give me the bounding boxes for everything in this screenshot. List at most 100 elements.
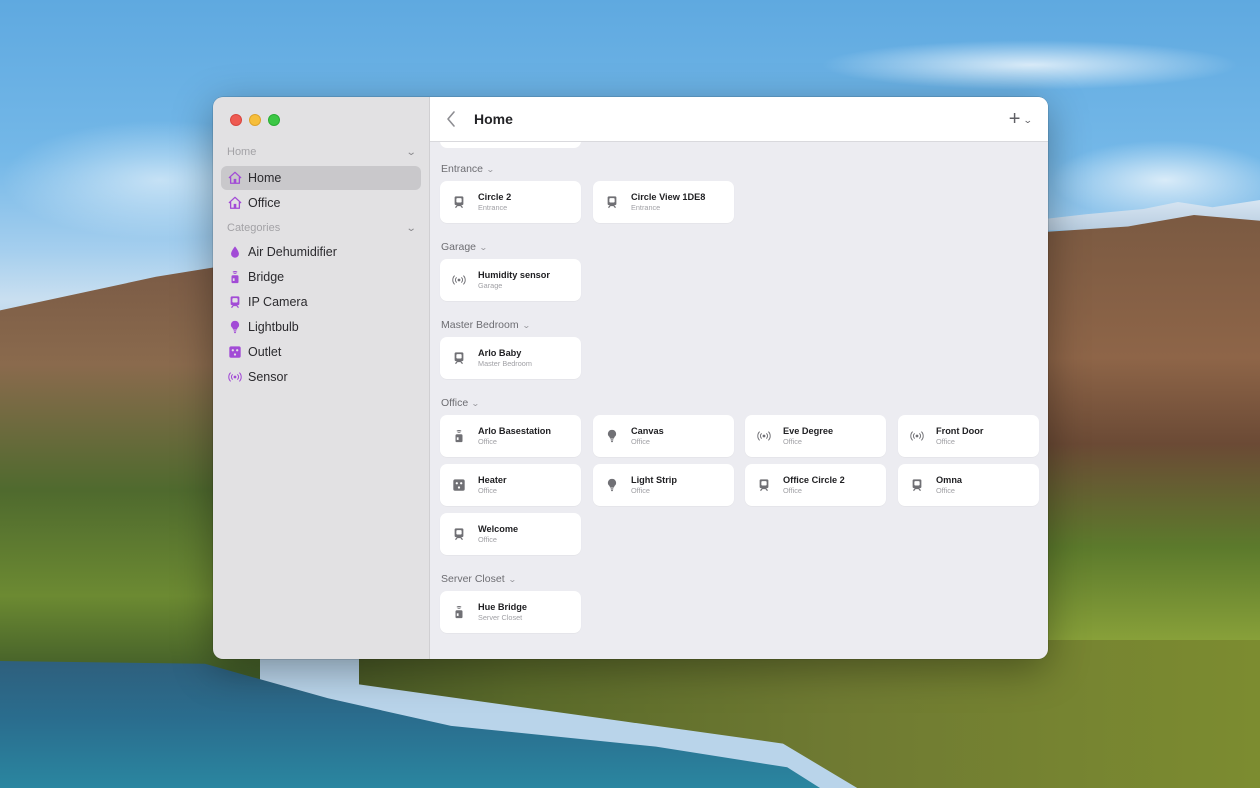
- room-header[interactable]: Master Bedroom ⌄: [441, 319, 531, 331]
- accessory-room: Entrance: [478, 203, 508, 212]
- accessory-tile[interactable]: Canvas Office: [593, 415, 734, 457]
- chevron-down-icon[interactable]: ⌄: [479, 243, 488, 252]
- room-header[interactable]: Server Closet ⌄: [441, 573, 517, 585]
- accessory-name: Arlo Basestation: [478, 426, 552, 436]
- sidebar-section-header[interactable]: Home ⌄: [213, 143, 429, 161]
- chevron-down-icon[interactable]: ⌄: [471, 399, 480, 408]
- accessory-room: Office: [631, 486, 650, 495]
- lightbulb-icon: [605, 428, 619, 444]
- accessory-room: Office: [783, 437, 802, 446]
- accessory-text: Circle 2 Entrance: [478, 192, 511, 212]
- drop-icon: [228, 245, 242, 259]
- main-pane: Home + ⌄ Entrance ⌄ Circle 2 Entrance Circle…: [430, 97, 1048, 659]
- accessory-name: Arlo Baby: [478, 348, 522, 358]
- accessory-room: Office: [478, 486, 497, 495]
- chevron-left-icon[interactable]: [446, 110, 460, 128]
- sidebar-item-outlet[interactable]: Outlet: [221, 340, 421, 364]
- accessory-tile[interactable]: Humidity sensor Garage: [440, 259, 581, 301]
- sidebar-section-title: Categories: [227, 222, 281, 234]
- accessory-tile[interactable]: Circle 2 Entrance: [440, 181, 581, 223]
- sidebar-item-label: Bridge: [248, 270, 285, 284]
- accessory-text: Office Circle 2 Office: [783, 475, 845, 495]
- sidebar-item-label: Home: [248, 171, 282, 185]
- accessory-room: Office: [478, 535, 497, 544]
- accessory-tile[interactable]: Welcome Office: [440, 513, 581, 555]
- accessory-tile[interactable]: Light Strip Office: [593, 464, 734, 506]
- sidebar-section-categories: Categories ⌄ Air Dehumidifier Bridge IP: [213, 219, 429, 389]
- room-header[interactable]: Office ⌄: [441, 397, 480, 409]
- page-title: Home: [474, 111, 513, 127]
- camera-icon: [228, 295, 242, 309]
- accessory-tile[interactable]: Heater Office: [440, 464, 581, 506]
- plus-icon[interactable]: +: [1009, 109, 1021, 129]
- accessory-room: Entrance: [631, 203, 661, 212]
- sidebar-item-home[interactable]: Home: [221, 166, 421, 190]
- accessory-tile[interactable]: Front Door Office: [898, 415, 1039, 457]
- sidebar-item-bridge[interactable]: Bridge: [221, 265, 421, 289]
- house-icon: [228, 196, 242, 210]
- camera-icon: [910, 477, 924, 493]
- accessory-tile[interactable]: Hue Bridge Server Closet: [440, 591, 581, 633]
- sidebar-item-label: Air Dehumidifier: [248, 245, 337, 259]
- chevron-down-icon[interactable]: ⌄: [508, 575, 517, 584]
- sidebar-section-title: Home: [227, 146, 257, 158]
- accessory-text: Arlo Baby Master Bedroom: [478, 348, 532, 368]
- sensor-icon: [228, 370, 242, 384]
- chevron-down-icon[interactable]: ⌄: [522, 321, 531, 330]
- close-window-button[interactable]: [230, 114, 242, 126]
- sidebar-section-header[interactable]: Categories ⌄: [213, 219, 429, 237]
- accessory-tile[interactable]: Arlo Basestation Office: [440, 415, 581, 457]
- home-app-window: Home ⌄ Home Office Categories ⌄ Air Dehu…: [213, 97, 1048, 659]
- accessory-name: Hue Bridge: [478, 602, 528, 612]
- zoom-window-button[interactable]: [268, 114, 280, 126]
- lightbulb-icon: [228, 320, 242, 334]
- chevron-down-icon[interactable]: ⌄: [486, 165, 495, 174]
- accessory-text: Canvas Office: [631, 426, 664, 446]
- accessory-name: Circle View 1DE8: [631, 192, 706, 202]
- accessory-name: Heater: [478, 475, 507, 485]
- sidebar-item-label: Lightbulb: [248, 320, 299, 334]
- accessory-name: Omna: [936, 475, 963, 485]
- accessory-name: Circle 2: [478, 192, 512, 202]
- add-menu-button[interactable]: + ⌄: [1009, 109, 1033, 129]
- accessory-tile[interactable]: Office Circle 2 Office: [745, 464, 886, 506]
- sidebar-item-label: Sensor: [248, 370, 288, 384]
- outlet-icon: [452, 477, 466, 493]
- chevron-down-icon[interactable]: ⌄: [405, 147, 416, 158]
- sidebar-item-ip-camera[interactable]: IP Camera: [221, 290, 421, 314]
- sidebar-item-lightbulb[interactable]: Lightbulb: [221, 315, 421, 339]
- accessory-room: Office: [631, 437, 650, 446]
- accessory-tile[interactable]: Arlo Baby Master Bedroom: [440, 337, 581, 379]
- minimize-window-button[interactable]: [249, 114, 261, 126]
- window-controls: [230, 114, 280, 126]
- accessory-room: Office: [936, 437, 955, 446]
- accessories-list[interactable]: Entrance ⌄ Circle 2 Entrance Circle View 1DE…: [430, 134, 1048, 659]
- room-header[interactable]: Entrance ⌄: [441, 163, 495, 175]
- accessory-text: Eve Degree Office: [783, 426, 833, 446]
- chevron-down-icon[interactable]: ⌄: [1023, 115, 1033, 126]
- accessory-text: Light Strip Office: [631, 475, 677, 495]
- accessory-name: Canvas: [631, 426, 664, 436]
- accessory-tile[interactable]: Circle View 1DE8 Entrance: [593, 181, 734, 223]
- room-name: Garage: [441, 241, 477, 253]
- sidebar-item-office[interactable]: Office: [221, 191, 421, 215]
- sensor-icon: [757, 428, 771, 444]
- room-name: Server Closet: [441, 573, 505, 585]
- chevron-down-icon[interactable]: ⌄: [405, 223, 416, 234]
- sidebar-item-air-dehumidifier[interactable]: Air Dehumidifier: [221, 240, 421, 264]
- sidebar: Home ⌄ Home Office Categories ⌄ Air Dehu…: [213, 97, 430, 659]
- accessory-name: Humidity sensor: [478, 270, 550, 280]
- bridge-icon: [228, 270, 242, 284]
- accessory-tile[interactable]: Omna Office: [898, 464, 1039, 506]
- accessory-tile[interactable]: Eve Degree Office: [745, 415, 886, 457]
- sidebar-item-sensor[interactable]: Sensor: [221, 365, 421, 389]
- bridge-icon: [452, 604, 466, 620]
- room-header[interactable]: Garage ⌄: [441, 241, 488, 253]
- accessory-text: Omna Office: [936, 475, 962, 495]
- room-name: Entrance: [441, 163, 484, 175]
- accessory-text: Humidity sensor Garage: [478, 270, 550, 290]
- sidebar-item-label: Office: [248, 196, 281, 210]
- accessory-name: Eve Degree: [783, 426, 834, 436]
- house-icon: [228, 171, 242, 185]
- outlet-icon: [228, 345, 242, 359]
